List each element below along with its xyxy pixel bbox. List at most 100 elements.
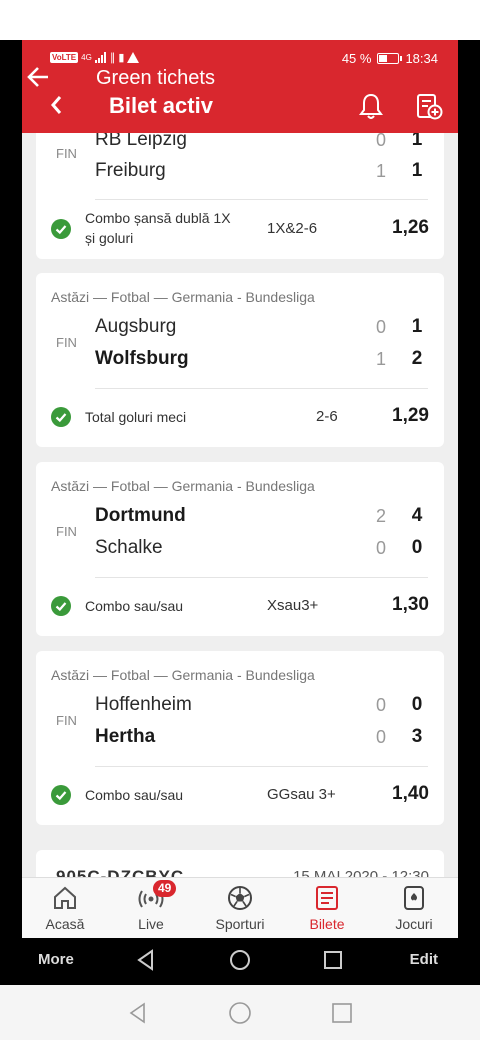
bell-icon[interactable] (358, 92, 384, 127)
bet-market: Combo sau/sau (85, 598, 184, 614)
bet-pick: Xsau3+ (267, 597, 319, 614)
team-away: Hertha (95, 726, 156, 747)
edit-button[interactable]: Edit (410, 951, 438, 968)
nav-sports[interactable]: Sporturi (200, 884, 280, 932)
bet-market: Combo șansă dublă 1X și goluri (85, 208, 231, 248)
score-halftime-away: 0 (375, 538, 386, 558)
score-halftime-home: 2 (375, 506, 386, 526)
app-header: VoLTE 4G ∥ ▮ 45 % 18:34 Green tichets Bi… (22, 40, 458, 133)
card-divider (95, 199, 428, 200)
match-card: Astăzi — Fotbal — Germania - Bundesliga … (36, 462, 444, 636)
score-halftime-home: 0 (375, 695, 386, 715)
nav-live[interactable]: 49 Live (111, 880, 191, 932)
match-status: FIN (56, 524, 77, 539)
nav-tickets-label: Bilete (309, 916, 345, 932)
nav-home[interactable]: Acasă (25, 884, 105, 932)
bet-odd: 1,29 (392, 405, 429, 426)
match-card: FIN RB Leipzig 0 1 Freiburg 1 1 Combo șa… (36, 133, 444, 259)
status-bar: VoLTE 4G ∥ ▮ 45 % 18:34 (22, 40, 458, 76)
match-status: FIN (56, 335, 77, 350)
team-away: Schalke (95, 537, 163, 558)
ticket-summary-card[interactable]: 905C-DZCBYC 15 MAI 2020 - 12:30 (36, 850, 444, 877)
nav-sports-label: Sporturi (215, 916, 265, 932)
recents-square-icon[interactable] (330, 1001, 354, 1030)
warning-icon (127, 52, 140, 63)
home-icon (51, 884, 79, 912)
more-button[interactable]: More (38, 951, 74, 968)
team-home: Dortmund (95, 505, 186, 526)
ticket-code: 905C-DZCBYC (56, 867, 185, 877)
score-halftime-away: 1 (375, 349, 386, 369)
check-circle-icon (51, 596, 71, 616)
status-icons-right: 45 % 18:34 (342, 51, 438, 66)
game-card-icon (400, 884, 428, 912)
match-card: Astăzi — Fotbal — Germania - Bundesliga … (36, 273, 444, 447)
phone-screen: VoLTE 4G ∥ ▮ 45 % 18:34 Green tichets Bi… (22, 40, 458, 985)
nav-games-label: Jocuri (395, 916, 433, 932)
score-halftime-away: 1 (375, 161, 386, 181)
nav-home-label: Acasă (45, 916, 85, 932)
back-triangle-icon[interactable] (134, 948, 158, 977)
volte-icon: VoLTE (50, 52, 79, 63)
match-league: Astăzi — Fotbal — Germania - Bundesliga (51, 478, 315, 494)
team-home: Augsburg (95, 316, 177, 337)
status-extra-icons: ∥ ▮ (109, 52, 125, 64)
page-title: Bilet activ (109, 93, 213, 118)
overlay-navigation-bar: More Edit (22, 938, 458, 985)
score-final-home: 1 (411, 316, 423, 337)
team-away: Wolfsburg (95, 348, 189, 369)
match-status: FIN (56, 713, 77, 728)
score-halftime-home: 0 (375, 133, 386, 150)
phone-frame-right (458, 40, 480, 985)
live-count-badge: 49 (153, 880, 177, 897)
nav-games[interactable]: Jocuri (374, 884, 454, 932)
match-league: Astăzi — Fotbal — Germania - Bundesliga (51, 289, 315, 305)
battery-percent: 45 % (341, 51, 372, 66)
check-circle-icon (51, 219, 71, 239)
score-final-away: 2 (411, 348, 423, 369)
score-halftime-home: 0 (375, 317, 386, 337)
check-circle-icon (51, 407, 71, 427)
team-home: RB Leipzig (95, 133, 187, 150)
bet-odd: 1,26 (392, 217, 429, 238)
nav-tickets[interactable]: Bilete (287, 884, 367, 932)
chevron-left-icon[interactable] (44, 90, 70, 124)
check-circle-icon (51, 785, 71, 805)
score-halftime-away: 0 (375, 727, 386, 747)
score-final-away: 0 (411, 537, 423, 558)
bet-pick: GGsau 3+ (267, 786, 336, 803)
match-card: Astăzi — Fotbal — Germania - Bundesliga … (36, 651, 444, 825)
live-broadcast-icon: 49 (137, 880, 177, 912)
card-divider (95, 577, 428, 578)
home-circle-icon[interactable] (228, 1001, 252, 1030)
card-divider (95, 766, 428, 767)
bet-market: Total goluri meci (85, 409, 187, 425)
bottom-navigation: Acasă 49 Live Sporturi Bilete Jocuri (22, 877, 458, 938)
bet-pick: 1X&2-6 (267, 220, 318, 237)
soccer-ball-icon (226, 884, 254, 912)
bet-market: Combo sau/sau (85, 787, 184, 803)
bet-market-line2: și goluri (85, 230, 134, 246)
clock: 18:34 (405, 51, 438, 66)
score-final-away: 1 (411, 160, 423, 181)
home-circle-icon[interactable] (228, 948, 252, 977)
signal-label: 4G (81, 53, 92, 62)
ticket-scroll-content[interactable]: FIN RB Leipzig 0 1 Freiburg 1 1 Combo șa… (22, 133, 458, 877)
team-away: Freiburg (95, 160, 166, 181)
score-final-home: 4 (411, 505, 423, 526)
signal-bars-icon (94, 52, 106, 63)
back-triangle-icon[interactable] (126, 1001, 150, 1030)
ticket-add-icon[interactable] (415, 93, 443, 126)
ticket-date: 15 MAI 2020 - 12:30 (293, 868, 429, 877)
bet-odd: 1,30 (392, 594, 429, 615)
system-navigation-bar (0, 985, 480, 1040)
overlay-title: Green tichets (96, 67, 215, 89)
bet-market-line1: Combo șansă dublă 1X (85, 210, 231, 226)
score-final-away: 3 (411, 726, 423, 747)
phone-frame-left (0, 40, 22, 985)
battery-fill (379, 55, 388, 62)
bet-pick: 2-6 (316, 408, 338, 425)
recents-square-icon[interactable] (321, 948, 345, 977)
team-home: Hoffenheim (95, 694, 192, 715)
score-final-home: 1 (411, 133, 423, 150)
